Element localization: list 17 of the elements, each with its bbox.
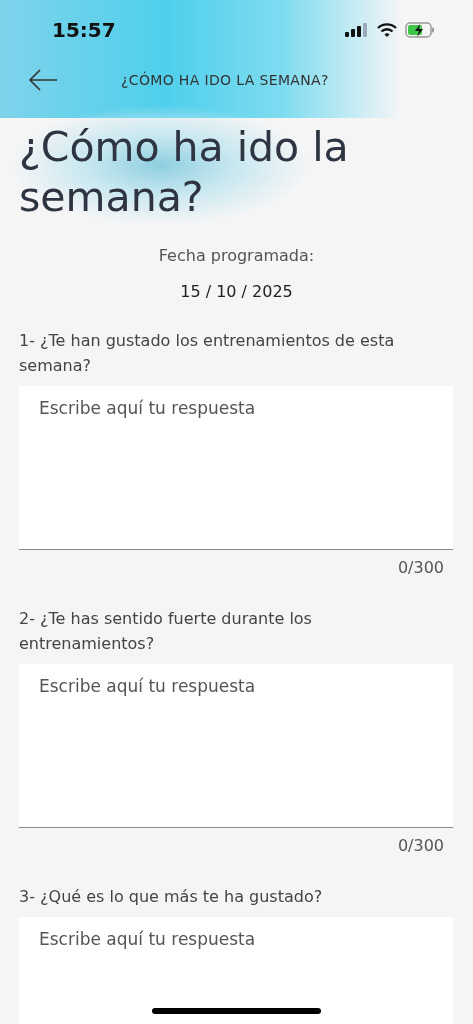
signal-icon [345,23,369,37]
character-counter: 0/300 [397,557,444,579]
answer-field[interactable]: Escribe aquí tu respuesta [19,664,453,828]
battery-charging-icon [405,22,435,38]
answer-field[interactable]: Escribe aquí tu respuesta [19,386,453,550]
scheduled-date: 15 / 10 / 2025 [180,281,293,303]
back-arrow-icon[interactable] [28,69,58,91]
wifi-icon [377,22,397,38]
page-title: ¿Cómo ha ido la semana? [19,122,350,222]
character-counter: 0/300 [397,835,444,857]
question-label: 3- ¿Qué es lo que más te ha gustado? [19,886,324,908]
status-time: 15:57 [52,17,116,44]
answer-field[interactable]: Escribe aquí tu respuesta [19,917,453,1024]
question-label: 2- ¿Te has sentido fuerte durante los entrenamientos? [19,608,313,655]
question-label: 1- ¿Te han gustado los entrenamientos de esta semana? [19,330,396,377]
date-label: Fecha programada: [158,245,315,267]
header-title: ¿CÓMO HA IDO LA SEMANA? [121,70,329,90]
